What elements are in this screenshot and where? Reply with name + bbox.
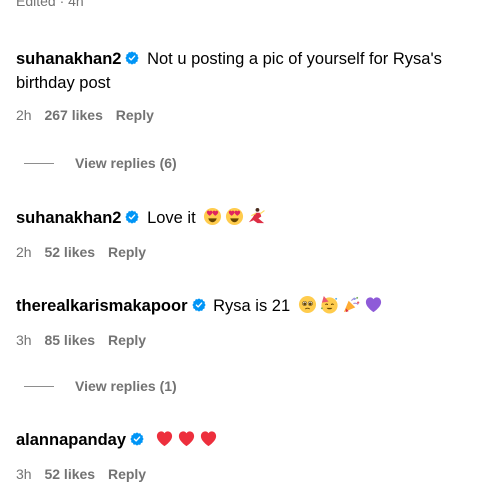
comment-username[interactable]: suhanakhan2 <box>16 50 121 68</box>
comment-likes[interactable]: 52 likes <box>44 244 95 260</box>
comment-time: 3h <box>16 466 32 482</box>
comment-likes[interactable]: 85 likes <box>44 332 95 348</box>
edited-label: Edited · 4h <box>16 0 84 9</box>
replies-divider <box>24 385 54 387</box>
pleading-face-icon <box>298 295 317 314</box>
reply-button[interactable]: Reply <box>108 244 146 260</box>
view-replies-label: View replies (1) <box>75 378 177 394</box>
replies-divider <box>24 162 54 164</box>
red-heart-icon <box>177 429 196 448</box>
verified-icon <box>125 210 139 224</box>
heart-eyes-icon <box>225 207 244 226</box>
red-heart-icon <box>199 429 218 448</box>
partying-face-icon <box>320 295 339 314</box>
comment-likes[interactable]: 52 likes <box>44 466 95 482</box>
comment-time: 2h <box>16 107 32 123</box>
comment-text: Rysa is 21 <box>213 297 291 315</box>
comment-item: suhanakhan2 Not u posting a pic of yours… <box>16 47 494 123</box>
comment-username[interactable]: suhanakhan2 <box>16 209 121 227</box>
red-heart-icon <box>155 429 174 448</box>
comment-text-continued: birthday post <box>16 74 111 92</box>
reply-button[interactable]: Reply <box>108 466 146 482</box>
heart-eyes-icon <box>203 207 222 226</box>
verified-icon <box>130 432 144 446</box>
view-replies-label: View replies (6) <box>75 155 177 171</box>
reply-button[interactable]: Reply <box>116 107 154 123</box>
comment-text: Love it <box>147 209 196 227</box>
comment-username[interactable]: alannapanday <box>16 431 126 449</box>
comment-text: Not u posting a pic of yourself for Rysa… <box>147 50 442 68</box>
comment-item: therealkarismakapoor Rysa is 21 3h 85 li… <box>16 294 494 348</box>
comment-item: suhanakhan2 Love it 2h 52 likes Reply <box>16 206 494 260</box>
purple-heart-icon <box>364 295 383 314</box>
verified-icon <box>192 298 206 312</box>
comment-likes[interactable]: 267 likes <box>44 107 102 123</box>
comment-username[interactable]: therealkarismakapoor <box>16 297 188 315</box>
comment-time: 3h <box>16 332 32 348</box>
party-popper-icon <box>342 295 361 314</box>
view-replies-button[interactable]: View replies (1) <box>24 378 177 394</box>
comment-time: 2h <box>16 244 32 260</box>
dancer-icon <box>247 207 266 226</box>
view-replies-button[interactable]: View replies (6) <box>24 155 177 171</box>
reply-button[interactable]: Reply <box>108 332 146 348</box>
verified-icon <box>125 51 139 65</box>
comment-item: alannapanday 3h 52 likes Reply <box>16 428 494 482</box>
